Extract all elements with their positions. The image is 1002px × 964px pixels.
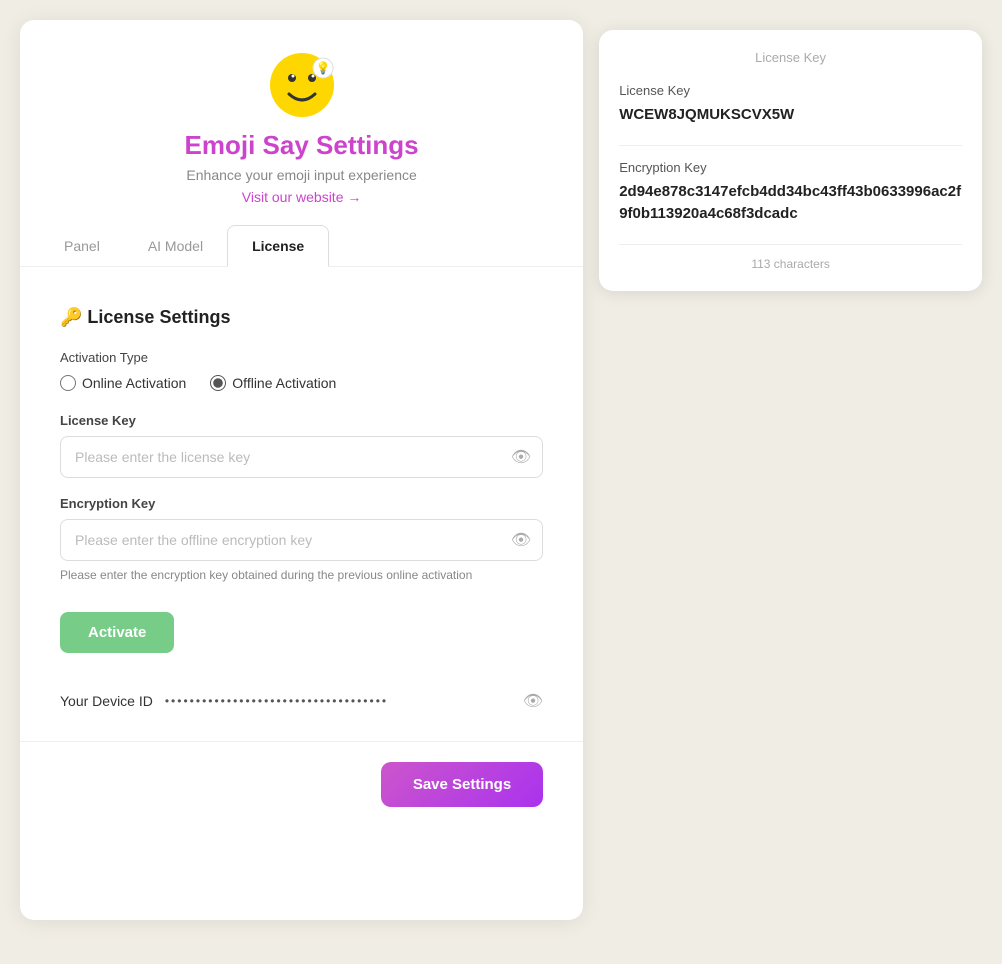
tab-bar: Panel AI Model License	[20, 225, 583, 267]
encryption-key-input-wrapper: 👁	[60, 519, 543, 561]
tab-license[interactable]: License	[227, 225, 329, 267]
online-activation-radio[interactable]	[60, 375, 76, 391]
offline-activation-radio[interactable]	[210, 375, 226, 391]
encryption-key-field-name: Encryption Key	[619, 160, 962, 175]
svg-text:💡: 💡	[315, 61, 330, 75]
tab-panel[interactable]: Panel	[40, 225, 124, 266]
app-subtitle: Enhance your emoji input experience	[186, 167, 416, 183]
char-count: 113 characters	[619, 244, 962, 271]
device-id-eye-icon[interactable]: 👁	[523, 691, 543, 711]
encryption-hint: Please enter the encryption key obtained…	[60, 567, 543, 584]
activation-type-group: Online Activation Offline Activation	[60, 375, 543, 391]
license-key-field-name: License Key	[619, 83, 962, 98]
encryption-key-field-group: Encryption Key 👁 Please enter the encryp…	[60, 496, 543, 584]
section-title: 🔑 License Settings	[60, 307, 543, 328]
device-id-label: Your Device ID	[60, 693, 153, 709]
settings-panel: 💡 Emoji Say Settings Enhance your emoji …	[20, 20, 583, 920]
online-activation-option[interactable]: Online Activation	[60, 375, 186, 391]
license-key-label: License Key	[60, 413, 543, 428]
license-content: 🔑 License Settings Activation Type Onlin…	[20, 277, 583, 741]
tab-ai-model[interactable]: AI Model	[124, 225, 227, 266]
activation-type-label: Activation Type	[60, 350, 543, 365]
encryption-key-input[interactable]	[60, 519, 543, 561]
emoji-say-icon: 💡	[267, 50, 337, 120]
offline-activation-option[interactable]: Offline Activation	[210, 375, 336, 391]
activate-button[interactable]: Activate	[60, 612, 174, 653]
encryption-key-block: Encryption Key 2d94e878c3147efcb4dd34bc4…	[619, 160, 962, 226]
app-header: 💡 Emoji Say Settings Enhance your emoji …	[20, 20, 583, 215]
card-divider	[619, 145, 962, 146]
license-key-input-wrapper: 👁	[60, 436, 543, 478]
encryption-key-eye-icon[interactable]: 👁	[511, 530, 531, 550]
online-activation-label: Online Activation	[82, 375, 186, 391]
license-key-eye-icon[interactable]: 👁	[511, 447, 531, 467]
license-card-title: License Key	[619, 50, 962, 65]
panel-footer: Save Settings	[20, 741, 583, 827]
license-key-field-value: WCEW8JQMUKSCVX5W	[619, 104, 962, 127]
device-id-row: Your Device ID •••••••••••••••••••••••••…	[60, 691, 543, 711]
license-key-block: License Key WCEW8JQMUKSCVX5W	[619, 83, 962, 127]
app-title: Emoji Say Settings	[185, 130, 419, 161]
encryption-key-field-value: 2d94e878c3147efcb4dd34bc43ff43b0633996ac…	[619, 181, 962, 226]
offline-activation-label: Offline Activation	[232, 375, 336, 391]
save-settings-button[interactable]: Save Settings	[381, 762, 543, 807]
device-id-value: ••••••••••••••••••••••••••••••••••••	[165, 694, 511, 708]
visit-website-link[interactable]: Visit our website →	[242, 189, 362, 205]
license-key-input[interactable]	[60, 436, 543, 478]
license-key-card: License Key License Key WCEW8JQMUKSCVX5W…	[599, 30, 982, 291]
encryption-key-label: Encryption Key	[60, 496, 543, 511]
license-key-field-group: License Key 👁	[60, 413, 543, 478]
